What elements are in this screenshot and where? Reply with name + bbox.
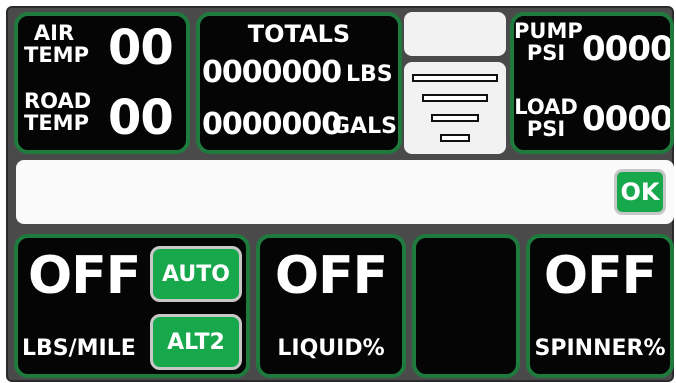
liquid-status: OFF (274, 246, 388, 306)
air-temp-label: AIR TEMP (24, 21, 89, 67)
road-temp-label: ROAD TEMP (24, 89, 92, 135)
spinner-status: OFF (543, 246, 657, 306)
totals-panel: TOTALS 0000000 LBS 0000000 GALS (196, 12, 402, 154)
liquid-label: LIQUID% (277, 336, 385, 361)
totals-gals-unit: GALS (332, 114, 397, 139)
spinner-panel[interactable]: OFF SPINNER% (526, 234, 674, 378)
spinner-label: SPINNER% (534, 336, 666, 361)
layers-button[interactable] (404, 62, 506, 154)
alt2-button[interactable]: ALT2 (150, 314, 242, 370)
load-psi-label: LOAD PSI (514, 95, 578, 141)
empty-panel[interactable] (412, 234, 520, 378)
pump-psi-label: PUMP PSI (514, 19, 583, 65)
status-indicator-box[interactable] (404, 12, 506, 56)
psi-panel: PUMP PSI 0000 LOAD PSI 0000 (510, 12, 674, 154)
layers-icon (404, 62, 506, 154)
lbs-mile-panel[interactable]: OFF LBS/MILE AUTO ALT2 (14, 234, 250, 378)
pump-psi-value: 0000 (582, 29, 673, 69)
totals-title: TOTALS (247, 20, 351, 48)
liquid-panel[interactable]: OFF LIQUID% (256, 234, 406, 378)
road-temp-value: 00 (108, 90, 174, 146)
temperature-panel: AIR TEMP 00 ROAD TEMP 00 (14, 12, 190, 154)
air-temp-value: 00 (108, 20, 174, 76)
message-bar: OK (16, 160, 674, 224)
totals-lbs-value: 0000000 (202, 55, 342, 90)
control-screen: AIR TEMP 00 ROAD TEMP 00 TOTALS 0000000 LB… (6, 6, 674, 382)
load-psi-value: 0000 (582, 99, 673, 139)
totals-lbs-unit: LBS (346, 62, 393, 87)
lbs-mile-status: OFF (28, 246, 141, 306)
lbs-mile-label: LBS/MILE (22, 336, 136, 361)
ok-button[interactable]: OK (614, 169, 666, 215)
totals-gals-value: 0000000 (202, 107, 342, 142)
auto-button[interactable]: AUTO (150, 246, 242, 302)
